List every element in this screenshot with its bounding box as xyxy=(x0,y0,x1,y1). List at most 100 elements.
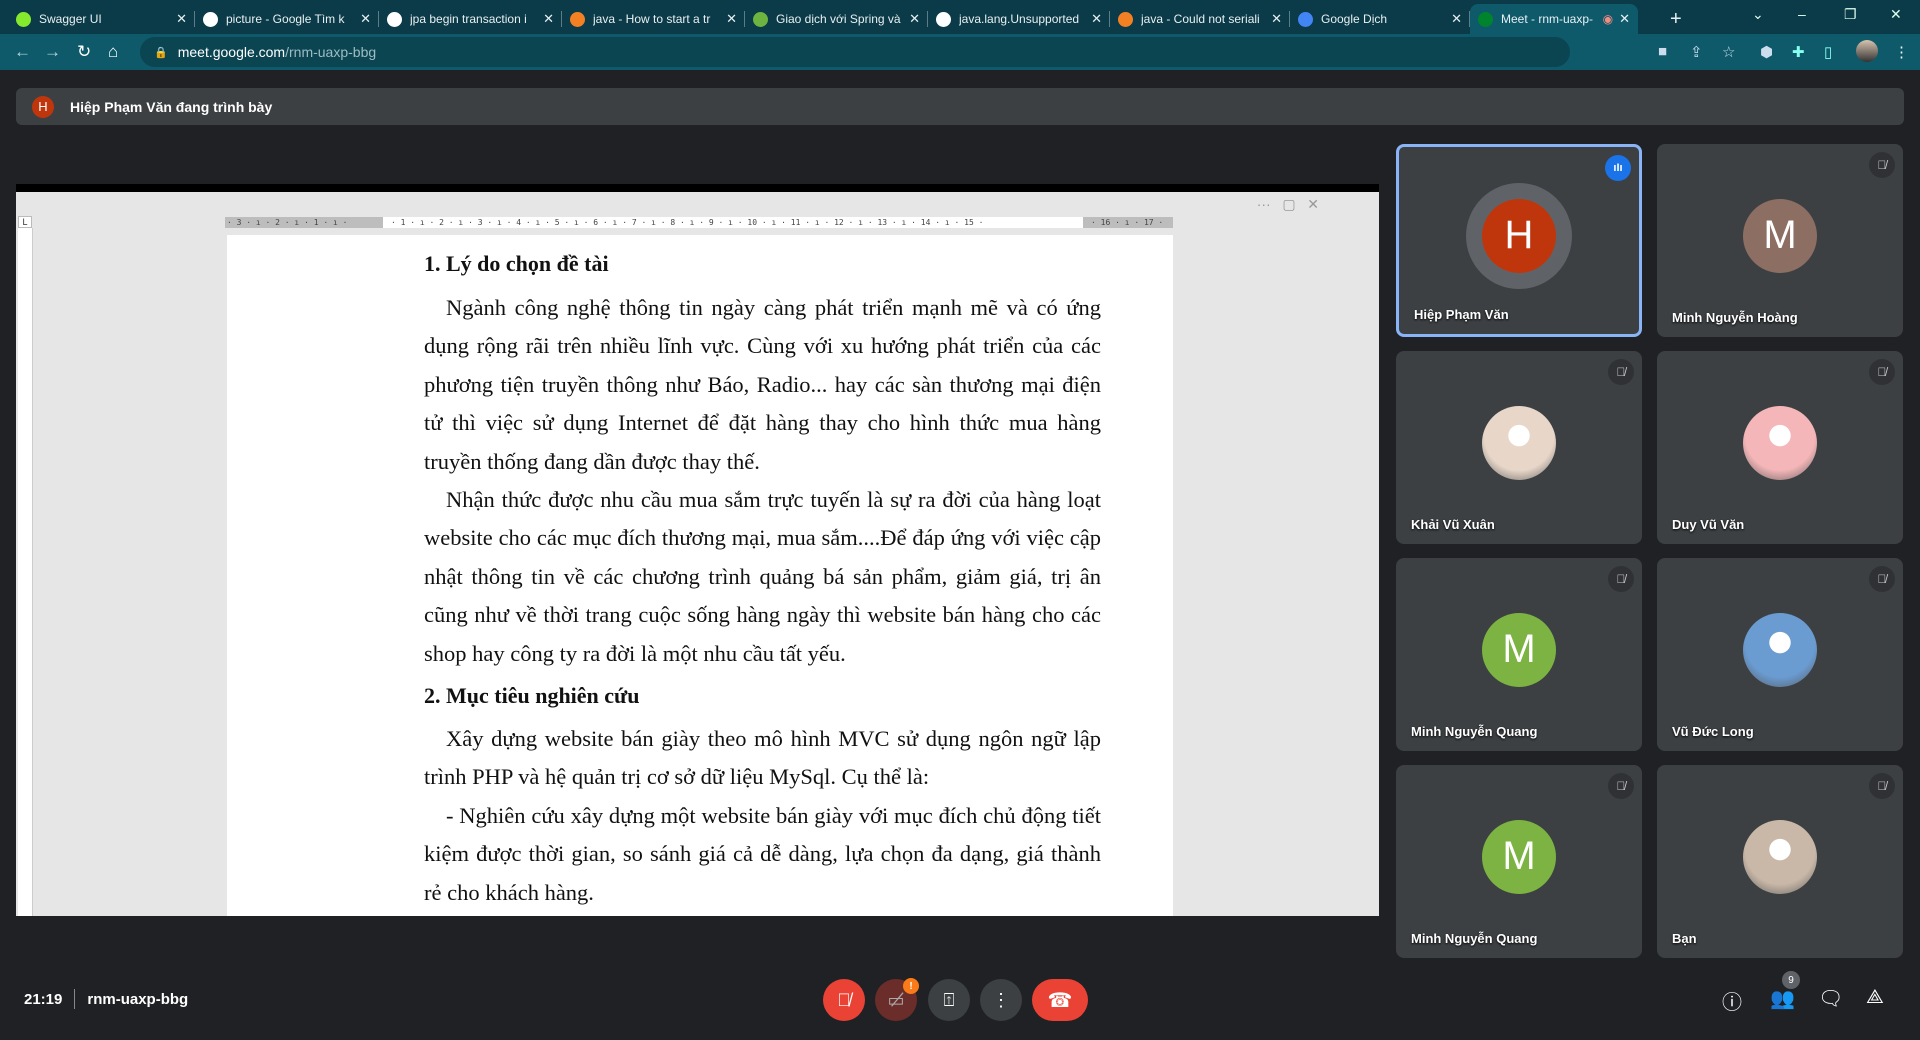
camera-off-icon: ▭̸ xyxy=(887,989,905,1010)
camera-alert-badge: ! xyxy=(903,978,919,994)
google-icon xyxy=(936,11,951,27)
participant-name: Hiệp Phạm Văn xyxy=(1414,307,1509,322)
present-screen-button[interactable]: ⍐ xyxy=(928,979,970,1021)
participant-tile[interactable]: HıIı Hiệp Phạm Văn xyxy=(1396,144,1642,337)
tab-title: Google Dịch xyxy=(1321,12,1388,26)
participant-tile[interactable]: M 🎙̸ Minh Nguyễn Hoàng xyxy=(1657,144,1903,337)
participant-photo xyxy=(1743,819,1817,894)
participant-avatar: M xyxy=(1743,198,1817,273)
people-icon[interactable]: 👥 xyxy=(1770,986,1795,1011)
meet-icon xyxy=(1478,11,1493,27)
browser-tab[interactable]: java - How to start a tr ✕ xyxy=(562,4,745,34)
mic-muted-icon: 🎙̸ xyxy=(1869,152,1895,178)
mic-muted-icon: 🎙̸ xyxy=(1869,773,1895,799)
heading-2: 2. Mục tiêu nghiên cứu xyxy=(424,683,640,709)
close-tab-icon[interactable]: ✕ xyxy=(176,11,187,27)
tab-title: Swagger UI xyxy=(39,12,102,26)
camera-in-use-icon[interactable]: ■ xyxy=(1658,43,1667,60)
tab-title: picture - Google Tìm k xyxy=(226,12,345,26)
participant-tile[interactable]: 🎙̸ Vũ Đức Long xyxy=(1657,558,1903,751)
url-path: /rnm-uaxp-bbg xyxy=(285,44,377,60)
tab-stop-selector: L xyxy=(18,216,32,228)
share-icon[interactable]: ⇪ xyxy=(1690,43,1703,61)
close-tab-icon[interactable]: ✕ xyxy=(1271,11,1282,27)
chat-icon[interactable]: 🗨 xyxy=(1818,986,1843,1011)
close-tab-icon[interactable]: ✕ xyxy=(1091,11,1102,27)
paragraph-2: Nhận thức được nhu cầu mua sắm trực tuyế… xyxy=(424,487,1101,666)
back-icon[interactable]: ← xyxy=(14,42,31,62)
url-input[interactable]: 🔒 meet.google.com/rnm-uaxp-bbg xyxy=(140,37,1570,67)
extensions-puzzle-icon[interactable]: ✚ xyxy=(1792,43,1805,61)
browser-tab[interactable]: Swagger UI ✕ xyxy=(8,4,195,34)
browser-tab[interactable]: jpa begin transaction i ✕ xyxy=(379,4,562,34)
minimize-button[interactable]: – xyxy=(1798,6,1806,22)
ruler-left-margin: · 3 · ı · 2 · ı · 1 · ı · xyxy=(227,218,348,227)
presenting-text: Hiệp Phạm Văn đang trình bày xyxy=(70,98,273,115)
swagger-icon xyxy=(16,11,31,27)
shared-screen: ··· ▢ ✕ L · 3 · ı · 2 · ı · 1 · ı · · 1 … xyxy=(16,184,1379,916)
reload-icon[interactable]: ↻ xyxy=(77,42,91,62)
tab-title: jpa begin transaction i xyxy=(410,12,527,26)
participant-name: Minh Nguyễn Hoàng xyxy=(1672,310,1798,325)
meeting-info-icon[interactable]: ⓘ xyxy=(1722,986,1742,1015)
mic-muted-icon: 🎙̸ xyxy=(1869,566,1895,592)
stackoverflow-icon xyxy=(570,11,585,27)
translate-icon xyxy=(1298,11,1313,27)
browser-tab[interactable]: picture - Google Tìm k ✕ xyxy=(195,4,379,34)
horizontal-ruler: · 3 · ı · 2 · ı · 1 · ı · · 1 · ı · 2 · … xyxy=(225,217,1173,228)
new-tab-button[interactable]: + xyxy=(1662,4,1690,34)
side-panel-icon[interactable]: ▯ xyxy=(1824,43,1832,61)
participant-avatar: M xyxy=(1482,612,1556,687)
participant-tile[interactable]: 🎙̸ Bạn xyxy=(1657,765,1903,958)
recording-icon: ◉ xyxy=(1602,12,1614,26)
meeting-code: rnm-uaxp-bbg xyxy=(87,990,189,1008)
participant-photo xyxy=(1482,405,1556,480)
tab-title: java - How to start a tr xyxy=(593,12,711,26)
participant-photo xyxy=(1743,405,1817,480)
more-dots-icon: ··· ▢ ✕ xyxy=(1256,196,1319,212)
participant-tile[interactable]: 🎙̸ Duy Vũ Văn xyxy=(1657,351,1903,544)
browser-tab[interactable]: Meet - rnm-uaxp- ◉ ✕ xyxy=(1470,4,1638,34)
tab-title: Meet - rnm-uaxp- xyxy=(1501,12,1594,26)
tab-title: java - Could not seriali xyxy=(1141,12,1260,26)
mic-muted-icon: 🎙̸ xyxy=(1608,359,1634,385)
home-icon[interactable]: ⌂ xyxy=(108,42,118,62)
tab-search-icon[interactable]: ⌄ xyxy=(1752,6,1764,23)
activities-icon[interactable]: ⟁ xyxy=(1866,986,1884,1009)
browser-tab[interactable]: Giao dịch với Spring và ✕ xyxy=(745,4,928,34)
close-tab-icon[interactable]: ✕ xyxy=(1451,11,1462,27)
vertical-ruler xyxy=(18,228,33,916)
presenter-avatar: H xyxy=(32,95,54,118)
participant-tile[interactable]: M 🎙̸ Minh Nguyễn Quang xyxy=(1396,558,1642,751)
participant-tile[interactable]: 🎙̸ Khải Vũ Xuân xyxy=(1396,351,1642,544)
participant-avatar: H xyxy=(1482,198,1556,273)
leave-call-button[interactable]: ☎ xyxy=(1032,979,1088,1021)
close-tab-icon[interactable]: ✕ xyxy=(726,11,737,27)
google-icon xyxy=(387,11,402,27)
google-icon xyxy=(203,11,218,27)
profile-avatar[interactable] xyxy=(1856,40,1878,62)
browser-tab[interactable]: java - Could not seriali ✕ xyxy=(1110,4,1290,34)
close-tab-icon[interactable]: ✕ xyxy=(909,11,920,27)
extension-cube-icon[interactable]: ⬢ xyxy=(1760,43,1773,61)
tab-title: Giao dịch với Spring và xyxy=(776,12,901,26)
paragraph-3: Xây dựng website bán giày theo mô hình M… xyxy=(424,726,1101,790)
close-window-button[interactable]: ✕ xyxy=(1890,6,1902,23)
forward-icon[interactable]: → xyxy=(44,42,61,62)
participant-name: Minh Nguyễn Quang xyxy=(1411,931,1538,946)
close-tab-icon[interactable]: ✕ xyxy=(543,11,554,27)
divider xyxy=(74,989,76,1009)
participant-name: Duy Vũ Văn xyxy=(1672,517,1745,532)
microphone-off-button[interactable]: 🎙̸ xyxy=(823,979,865,1021)
browser-tab[interactable]: java.lang.Unsupported ✕ xyxy=(928,4,1110,34)
participant-name: Minh Nguyễn Quang xyxy=(1411,724,1538,739)
browser-menu-icon[interactable]: ⋮ xyxy=(1894,43,1909,61)
leaf-icon xyxy=(753,11,768,27)
restore-button[interactable]: ❐ xyxy=(1844,6,1857,23)
participant-tile[interactable]: M 🎙̸ Minh Nguyễn Quang xyxy=(1396,765,1642,958)
close-tab-icon[interactable]: ✕ xyxy=(360,11,371,27)
more-options-button[interactable]: ⋮ xyxy=(980,979,1022,1021)
close-tab-icon[interactable]: ✕ xyxy=(1619,11,1630,27)
browser-tab[interactable]: Google Dịch ✕ xyxy=(1290,4,1470,34)
bookmark-star-icon[interactable]: ☆ xyxy=(1722,43,1735,61)
